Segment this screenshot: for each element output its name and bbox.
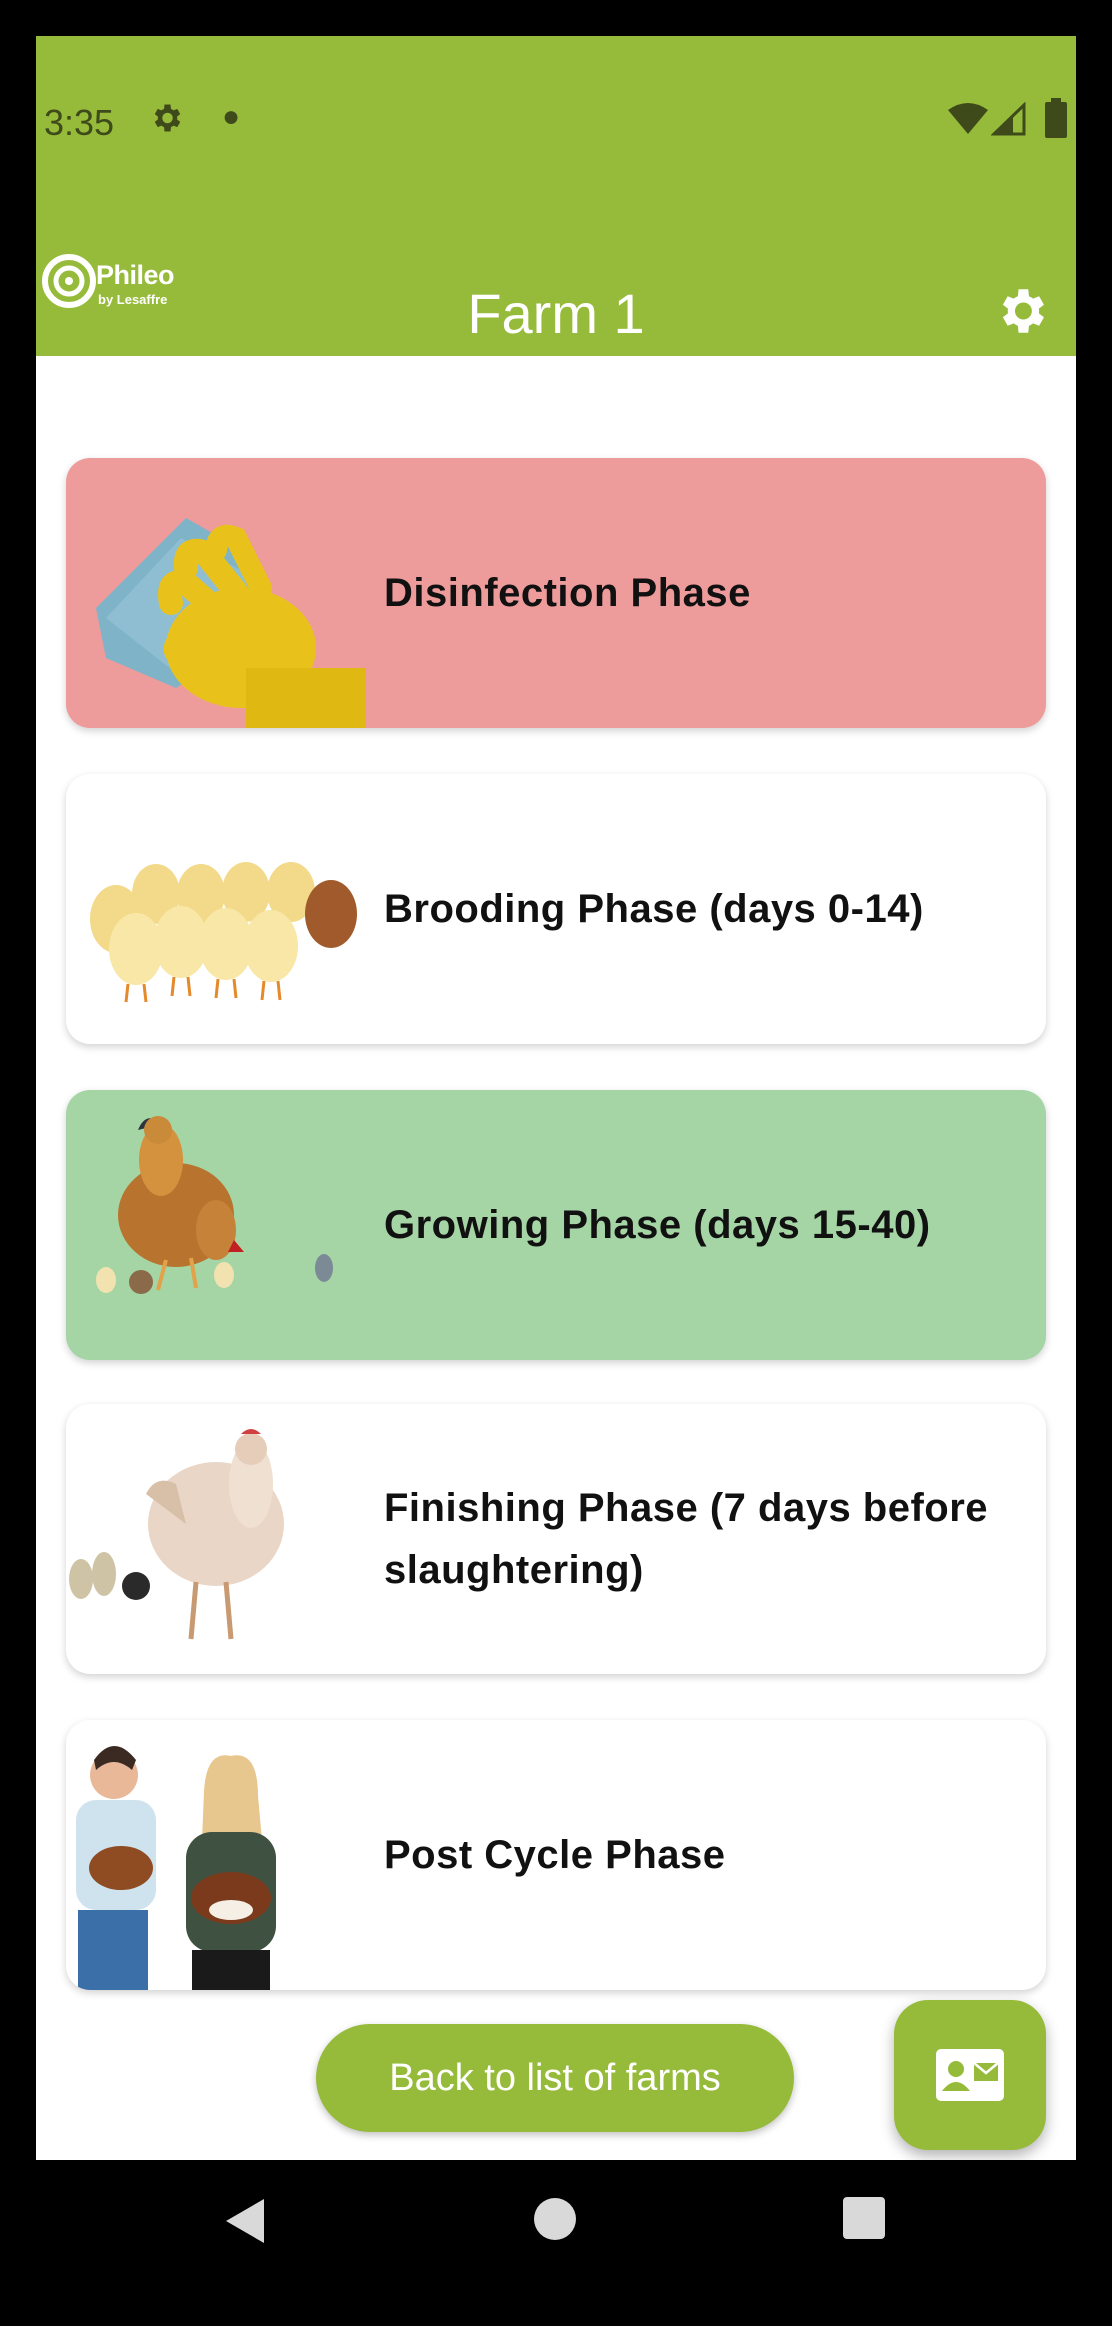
chicks-image (90, 862, 357, 1003)
app-screen: 3:35 ● Phileo by Lesaffre Farm 1 Disinfe… (36, 36, 1076, 2290)
system-nav-bar (36, 2160, 1076, 2290)
hen-with-chicks-image (96, 1116, 333, 1294)
gear-icon[interactable] (992, 282, 1050, 340)
phase-label: Finishing Phase (7 days before slaughter… (384, 1486, 989, 1592)
status-time: 3:35 (44, 102, 115, 143)
battery-icon (1045, 98, 1067, 138)
home-circle-icon[interactable] (532, 2196, 578, 2242)
phase-label: Disinfection Phase (384, 571, 751, 615)
notification-dot-icon: ● (222, 100, 241, 133)
back-triangle-icon[interactable] (222, 2196, 268, 2246)
phase-label: Post Cycle Phase (384, 1833, 726, 1877)
contact-card-icon (936, 2049, 1004, 2101)
phase-card-post-cycle[interactable]: Post Cycle Phase (66, 1720, 1046, 1990)
phase-card-growing[interactable]: Growing Phase (days 15-40) (66, 1090, 1046, 1360)
phase-label: Brooding Phase (days 0-14) (384, 887, 924, 931)
phase-card-brooding[interactable]: Brooding Phase (days 0-14) (66, 774, 1046, 1044)
phase-card-disinfection[interactable]: Disinfection Phase (66, 458, 1046, 728)
recents-square-icon[interactable] (842, 2196, 886, 2240)
settings-gear-icon (154, 104, 181, 132)
farmers-holding-hens-image (76, 1746, 276, 1990)
app-bar: 3:35 ● Phileo by Lesaffre Farm 1 (36, 36, 1076, 356)
wifi-icon (948, 103, 988, 134)
signal-icon (991, 102, 1026, 136)
phase-label: Growing Phase (days 15-40) (384, 1203, 931, 1247)
chicken-image (69, 1429, 284, 1640)
phase-card-finishing[interactable]: Finishing Phase (7 days before slaughter… (66, 1404, 1046, 1674)
page-title: Farm 1 (467, 282, 645, 345)
glove-cleaning-image (96, 518, 366, 728)
contact-button[interactable] (894, 2000, 1046, 2150)
back-to-farms-button[interactable]: Back to list of farms (316, 2024, 794, 2132)
